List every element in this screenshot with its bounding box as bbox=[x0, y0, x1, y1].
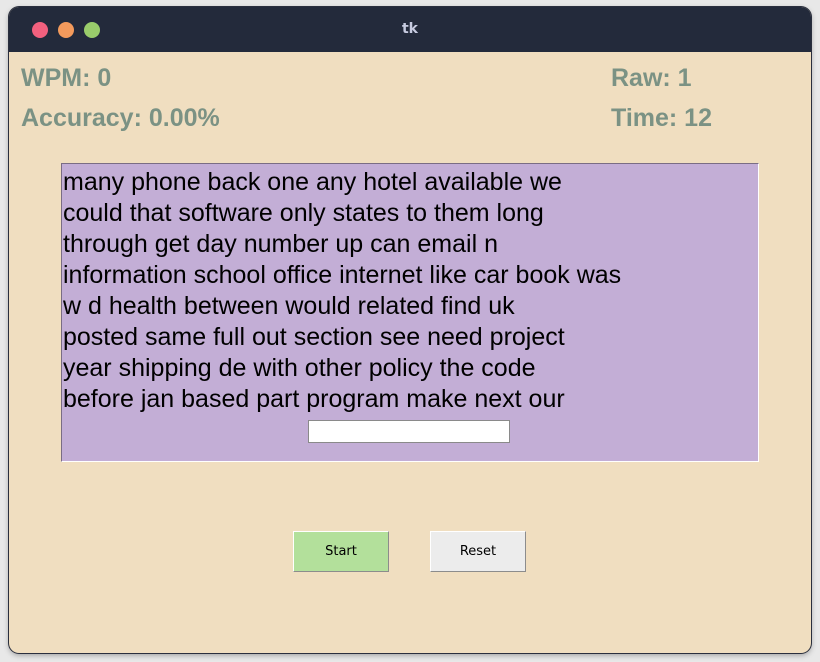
typing-text-panel: many phone back one any hotel available … bbox=[61, 163, 759, 462]
app-window: tk WPM: 0 Accuracy: 0.00% Raw: 1 Time: 1… bbox=[9, 7, 811, 653]
typing-input[interactable] bbox=[308, 420, 510, 443]
reset-button[interactable]: Reset bbox=[430, 531, 526, 572]
accuracy-label: Accuracy: 0.00% bbox=[21, 104, 220, 132]
word-line: through get day number up can email n bbox=[63, 230, 498, 258]
title-bar[interactable]: tk bbox=[9, 7, 811, 52]
word-line: posted same full out section see need pr… bbox=[63, 323, 565, 351]
start-button[interactable]: Start bbox=[293, 531, 389, 572]
word-lines: many phone back one any hotel available … bbox=[63, 167, 621, 415]
word-line: could that software only states to them … bbox=[63, 199, 544, 227]
raw-label: Raw: 1 bbox=[611, 64, 692, 92]
word-line: information school office internet like … bbox=[63, 261, 622, 289]
wpm-label: WPM: 0 bbox=[21, 64, 112, 92]
word-line: many phone back one any hotel available … bbox=[63, 168, 562, 196]
word-line: before jan based part program make next … bbox=[63, 385, 565, 413]
word-line: w d health between would related find uk bbox=[63, 292, 515, 320]
time-label: Time: 12 bbox=[611, 104, 712, 132]
window-title: tk bbox=[401, 21, 418, 37]
word-line: year shipping de with other policy the c… bbox=[63, 354, 536, 382]
